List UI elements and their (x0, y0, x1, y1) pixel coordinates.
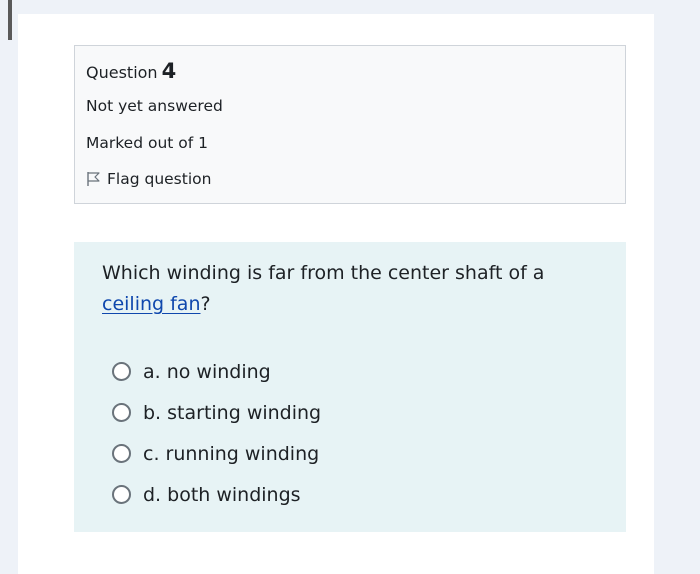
flag-question-label: Flag question (107, 170, 212, 188)
radio-button[interactable] (112, 403, 131, 422)
radio-button[interactable] (112, 444, 131, 463)
answer-option-label: b. starting winding (143, 401, 322, 424)
answer-option-label: a. no winding (143, 360, 271, 383)
question-label: Question (86, 63, 158, 82)
question-content-panel: Which winding is far from the center sha… (74, 242, 626, 532)
question-info-panel: Question 4 Not yet answered Marked out of… (74, 45, 626, 204)
answer-options: a. no winding b. starting winding c. run… (112, 351, 321, 515)
answer-status: Not yet answered (86, 97, 223, 115)
glossary-link-ceiling-fan[interactable]: ceiling fan (102, 293, 201, 315)
flag-icon (87, 172, 100, 186)
question-text-main: Which winding is far from the center sha… (102, 262, 545, 284)
answer-option-label: c. running winding (143, 442, 320, 465)
answer-option-b[interactable]: b. starting winding (112, 392, 321, 433)
window-edge-bar (8, 0, 12, 40)
question-text-end: ? (200, 293, 211, 315)
answer-option-a[interactable]: a. no winding (112, 351, 321, 392)
question-marks: Marked out of 1 (86, 134, 209, 152)
radio-button[interactable] (112, 362, 131, 381)
question-number: 4 (161, 59, 177, 83)
flag-question-link[interactable]: Flag question (86, 170, 211, 188)
answer-option-c[interactable]: c. running winding (112, 433, 321, 474)
question-title: Question 4 (86, 59, 176, 83)
question-card: Question 4 Not yet answered Marked out of… (18, 14, 654, 574)
radio-button[interactable] (112, 485, 131, 504)
question-text: Which winding is far from the center sha… (102, 258, 602, 320)
answer-option-label: d. both windings (143, 483, 301, 506)
answer-option-d[interactable]: d. both windings (112, 474, 321, 515)
